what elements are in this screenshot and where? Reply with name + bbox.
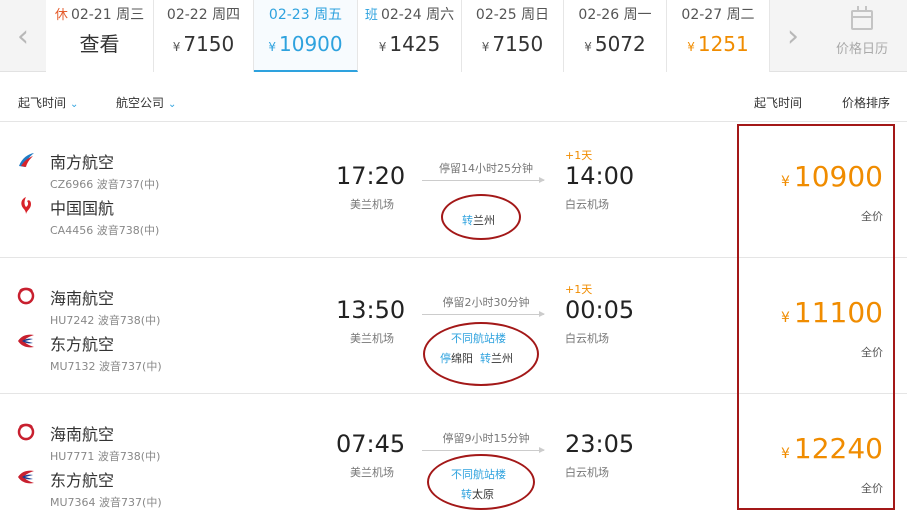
- price-calendar-button[interactable]: 价格日历: [817, 0, 907, 72]
- prev-dates-arrow-icon[interactable]: ‹: [0, 0, 46, 72]
- arrival-airport: 白云机场: [565, 332, 609, 345]
- annotation-circle: [427, 454, 535, 510]
- date-tab-0221[interactable]: 休 02-21 周三 查看: [46, 0, 154, 72]
- date-price: 1425: [389, 32, 441, 56]
- next-day-badge: +1天: [565, 283, 593, 296]
- flight-info: CA4456 波音738(中): [50, 224, 160, 237]
- airline-filter[interactable]: 航空公司 ⌄: [116, 94, 176, 111]
- date-view-label: 查看: [79, 32, 120, 56]
- date-tab-0222[interactable]: 02-22 周四 ¥7150: [154, 0, 254, 72]
- date-tab-0224[interactable]: 班 02-24 周六 ¥1425: [358, 0, 462, 72]
- sort-by-departure[interactable]: 起飞时间: [754, 94, 802, 111]
- flight-info: MU7364 波音737(中): [50, 496, 162, 509]
- route-line: [422, 177, 545, 183]
- annotation-circle: [441, 194, 521, 240]
- airline-name: 南方航空: [50, 153, 115, 172]
- calendar-icon: [851, 6, 873, 30]
- date-price: 10900: [279, 32, 343, 56]
- departure-time: 17:20: [336, 162, 406, 190]
- airline-name: 中国国航: [50, 199, 115, 218]
- arrival-time: 14:00: [565, 162, 635, 190]
- airline-name: 海南航空: [50, 289, 115, 308]
- date-price-lowest: 1251: [697, 32, 749, 56]
- date-price: 7150: [183, 32, 235, 56]
- china-southern-logo-icon: [19, 153, 34, 167]
- chevron-down-icon: ⌄: [70, 99, 79, 110]
- airline-name: 东方航空: [50, 335, 115, 354]
- stopover-duration: 停留14小时25分钟: [439, 162, 533, 175]
- date-price: 5072: [594, 32, 646, 56]
- flight-info: HU7771 波音738(中): [50, 450, 161, 463]
- air-china-logo-icon: [21, 197, 31, 214]
- date-tab-0227[interactable]: 02-27 周二 ¥1251: [667, 0, 770, 72]
- hainan-airlines-logo-icon: [17, 287, 35, 305]
- flight-info: HU7242 波音738(中): [50, 314, 161, 327]
- stopover-duration: 停留9小时15分钟: [442, 432, 530, 445]
- china-eastern-logo-icon: [18, 470, 34, 484]
- date-price: 7150: [492, 32, 544, 56]
- airline-name: 东方航空: [50, 471, 115, 490]
- sort-filter-bar: 起飞时间 ⌄ 航空公司 ⌄ 起飞时间 价格排序: [0, 82, 907, 122]
- airline-name: 海南航空: [50, 425, 115, 444]
- departure-time: 13:50: [336, 296, 406, 324]
- arrival-airport: 白云机场: [565, 466, 609, 479]
- annotation-circle: [423, 322, 539, 386]
- departure-airport: 美兰机场: [350, 466, 394, 479]
- holiday-tag: 休: [54, 8, 68, 23]
- departure-time: 07:45: [336, 430, 406, 458]
- arrival-time: 23:05: [565, 430, 635, 458]
- date-tab-0225[interactable]: 02-25 周日 ¥7150: [462, 0, 564, 72]
- next-day-badge: +1天: [565, 149, 593, 162]
- china-eastern-logo-icon: [18, 334, 34, 348]
- departure-time-filter[interactable]: 起飞时间 ⌄: [18, 94, 78, 111]
- stopover-duration: 停留2小时30分钟: [442, 296, 530, 309]
- next-dates-arrow-icon[interactable]: ›: [770, 0, 816, 72]
- departure-airport: 美兰机场: [350, 198, 394, 211]
- date-tab-0223-selected[interactable]: 02-23 周五 ¥10900: [254, 0, 358, 72]
- price-annotation-box: [737, 124, 895, 510]
- hainan-airlines-logo-icon: [17, 423, 35, 441]
- flight-info: CZ6966 波音737(中): [50, 178, 160, 191]
- chevron-down-icon: ⌄: [168, 99, 177, 110]
- route-line: [422, 447, 545, 453]
- date-tab-0226[interactable]: 02-26 周一 ¥5072: [564, 0, 667, 72]
- departure-airport: 美兰机场: [350, 332, 394, 345]
- arrival-airport: 白云机场: [565, 198, 609, 211]
- workday-tag: 班: [364, 8, 378, 23]
- flight-info: MU7132 波音737(中): [50, 360, 162, 373]
- date-strip: ‹ 休 02-21 周三 查看 02-22 周四 ¥7150 02-23 周五 ¥…: [0, 0, 907, 72]
- sort-by-price[interactable]: 价格排序: [842, 94, 890, 111]
- route-line: [422, 311, 545, 317]
- arrival-time: 00:05: [565, 296, 635, 324]
